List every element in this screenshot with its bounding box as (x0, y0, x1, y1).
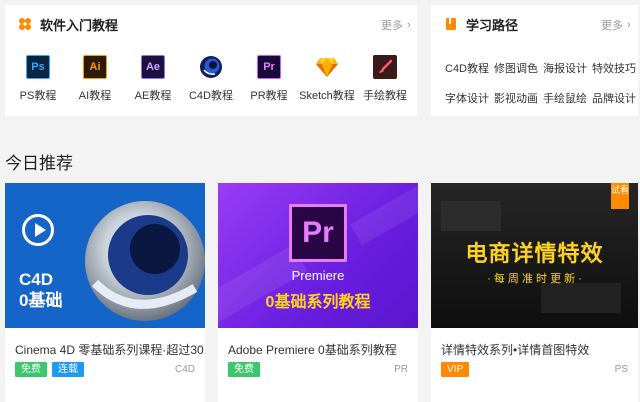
photoshop-icon: Ps (26, 55, 50, 79)
thumb-heading: 电商详情特效 (465, 241, 604, 266)
path-link[interactable]: 字体设计 (445, 90, 489, 106)
path-list: C4D教程 修图调色 海报设计 特效技巧 字体设计 影视动画 手绘鼠绘 品牌设计 (445, 60, 636, 120)
software-item-label: AE教程 (134, 90, 172, 102)
software-item-label: PR教程 (250, 90, 288, 102)
software-item-label: Sketch教程 (299, 90, 355, 102)
path-link[interactable]: 海报设计 (543, 60, 587, 76)
tag-vip: VIP (441, 362, 470, 377)
course-category: PS (614, 364, 628, 375)
software-item-pr[interactable]: Pr PR教程 (239, 55, 299, 103)
course-category: PR (394, 364, 408, 375)
after-effects-icon: Ae (141, 55, 165, 79)
thumb-subheading: · 每 周 准 时 更 新 · (487, 273, 582, 285)
software-panel-header: 软件入门教程 (18, 14, 118, 34)
tag-free: 免费 (15, 362, 47, 377)
software-item-label: AI教程 (78, 90, 112, 102)
software-panel-title: 软件入门教程 (40, 17, 119, 33)
chevron-right-icon: › (627, 19, 631, 31)
recommend-section-title: 今日推荐 (5, 154, 73, 173)
course-tags: 免费 连载 (15, 362, 84, 377)
software-item-handdraw[interactable]: 手绘教程 (355, 55, 415, 103)
premiere-logo: Pr (289, 204, 347, 262)
path-link[interactable]: 修图调色 (494, 60, 538, 76)
cinema4d-icon (199, 55, 223, 79)
path-link[interactable]: 影视动画 (494, 90, 538, 106)
software-more-label: 更多 (381, 20, 403, 32)
book-icon (444, 17, 458, 31)
course-title[interactable]: 详情特效系列•详情首图特效 (441, 341, 589, 358)
premiere-icon: Pr (257, 55, 281, 79)
chevron-right-icon: › (407, 19, 411, 31)
thumb-line-1: C4D (19, 270, 54, 289)
course-thumbnail[interactable]: C4D 0基础 (5, 183, 205, 328)
software-item-label: 手绘教程 (363, 90, 407, 102)
course-thumbnail[interactable]: Pr Premiere 0基础系列教程 (218, 183, 418, 328)
path-link[interactable]: 品牌设计 (592, 90, 636, 106)
course-category: C4D (174, 364, 195, 375)
path-link[interactable]: 特效技巧 (592, 60, 636, 76)
software-item-ps[interactable]: Ps PS教程 (8, 55, 68, 103)
course-card-premiere[interactable]: Pr Premiere 0基础系列教程 Adobe Premiere 0基础系列… (218, 183, 418, 402)
software-more-link[interactable]: 更多 › (381, 17, 411, 33)
software-list: Ps PS教程 Ai AI教程 Ae AE教程 C4D教程 Pr PR教程 Sk… (5, 55, 417, 111)
illustrator-icon: Ai (83, 55, 107, 79)
software-item-ai[interactable]: Ai AI教程 (65, 55, 125, 103)
software-item-label: C4D教程 (188, 90, 233, 102)
course-card-c4d[interactable]: C4D 0基础 Cinema 4D 零基础系列课程·超过30 免费 连载 C4D (5, 183, 205, 402)
flower-icon (18, 17, 32, 31)
course-tags: VIP (441, 362, 470, 377)
course-thumbnail[interactable]: 电商详情特效 · 每 周 准 时 更 新 · 试看 (431, 183, 638, 328)
software-item-label: PS教程 (19, 90, 57, 102)
course-title[interactable]: Adobe Premiere 0基础系列教程 (228, 341, 397, 358)
path-link[interactable]: C4D教程 (445, 60, 489, 76)
path-link[interactable]: 手绘鼠绘 (543, 90, 587, 106)
course-title[interactable]: Cinema 4D 零基础系列课程·超过30 (15, 341, 204, 358)
thumb-heading: 0基础系列教程 (265, 294, 371, 311)
learning-path-panel: 学习路径 更多 › C4D教程 修图调色 海报设计 特效技巧 字体设计 影视动画… (431, 5, 638, 116)
thumb-line-2: 0基础 (19, 291, 63, 310)
thumb-heading: C4D 0基础 (19, 269, 62, 311)
path-panel-title: 学习路径 (466, 17, 519, 33)
tag-free: 免费 (228, 362, 260, 377)
path-panel-header: 学习路径 (444, 14, 518, 34)
software-item-ae[interactable]: Ae AE教程 (123, 55, 183, 103)
thumb-word: Premiere (291, 268, 345, 283)
software-tutorials-panel: 软件入门教程 更多 › Ps PS教程 Ai AI教程 Ae AE教程 C4D教… (5, 5, 417, 116)
brush-icon (373, 55, 397, 79)
trial-badge: 试看 (611, 183, 629, 209)
software-item-c4d[interactable]: C4D教程 (181, 55, 241, 103)
course-card-ecommerce[interactable]: 电商详情特效 · 每 周 准 时 更 新 · 试看 详情特效系列•详情首图特效 … (431, 183, 638, 402)
path-more-link[interactable]: 更多 › (601, 17, 631, 33)
software-item-sketch[interactable]: Sketch教程 (297, 55, 357, 103)
sketch-icon (315, 55, 339, 79)
tag-serial: 连载 (52, 362, 84, 377)
course-tags: 免费 (228, 362, 260, 377)
play-icon[interactable] (22, 214, 54, 246)
path-more-label: 更多 (601, 20, 623, 32)
